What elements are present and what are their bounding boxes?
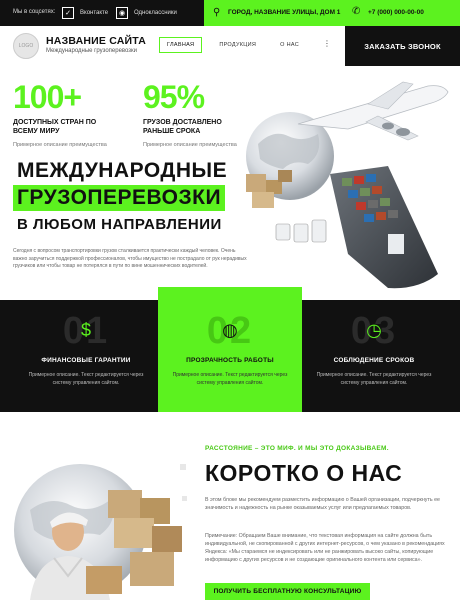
feature-card-active: 02 ◍ ПРОЗРАЧНОСТЬ РАБОТЫ Примерное описа… <box>158 287 302 413</box>
features-section: 01 $ ФИНАНСОВЫЕ ГАРАНТИИ Примерное описа… <box>0 287 460 413</box>
vk-icon: ✓ <box>62 7 74 19</box>
social-link-vk[interactable]: ✓ Вконтакте <box>62 5 108 21</box>
feature-card: 03 ◷ СОБЛЮДЕНИЕ СРОКОВ Примерное описани… <box>302 300 446 412</box>
free-consultation-button[interactable]: ПОЛУЧИТЬ БЕСПЛАТНУЮ КОНСУЛЬТАЦИЮ <box>205 583 370 600</box>
globe-icon: ◍ <box>222 319 238 340</box>
address: ГОРОД, НАЗВАНИЕ УЛИЦЫ, ДОМ 1 <box>228 9 341 16</box>
callback-button[interactable]: ЗАКАЗАТЬ ЗВОНОК <box>345 26 460 66</box>
nav-item-products[interactable]: ПРОДУКЦИЯ <box>212 38 263 52</box>
phone-link[interactable]: +7 (000) 000-00-00 <box>368 9 424 16</box>
stat-label: ДОСТУПНЫХ СТРАН ПО ВСЕМУ МИРУ <box>13 118 107 136</box>
stat-description: Примерное описание преимущества <box>13 142 107 148</box>
hero-text: Сегодня с вопросом транспортировки грузо… <box>13 248 247 269</box>
feature-title: СОБЛЮДЕНИЕ СРОКОВ <box>333 357 415 364</box>
logo[interactable]: LOGO <box>13 33 39 59</box>
more-menu-icon[interactable]: ⋮ <box>323 39 331 48</box>
main-nav: ГЛАВНАЯ ПРОДУКЦИЯ О НАС <box>159 37 316 53</box>
stat-label-line: ГРУЗОВ ДОСТАВЛЕНО <box>143 119 222 126</box>
social-link-label: Одноклассники <box>134 10 177 16</box>
site-name[interactable]: НАЗВАНИЕ САЙТА <box>46 35 146 47</box>
about-paragraph: В этом блоке мы рекомендуем разместить и… <box>205 497 440 511</box>
ok-icon: ◉ <box>116 7 128 19</box>
hero-section: 100+ ДОСТУПНЫХ СТРАН ПО ВСЕМУ МИРУ Приме… <box>0 66 460 300</box>
feature-title: ПРОЗРАЧНОСТЬ РАБОТЫ <box>186 357 274 364</box>
feature-text: Примерное описание. Текст редактируется … <box>28 372 144 386</box>
social-link-ok[interactable]: ◉ Одноклассники <box>116 5 177 21</box>
site-description: Международные грузоперевозки <box>46 48 138 54</box>
about-kicker: РАССТОЯНИЕ – ЭТО МИФ. И МЫ ЭТО ДОКАЗЫВАЕ… <box>205 445 389 452</box>
nav-item-home[interactable]: ГЛАВНАЯ <box>159 37 203 53</box>
phone-icon: ✆ <box>352 6 361 17</box>
stat-label: ГРУЗОВ ДОСТАВЛЕНО РАНЬШЕ СРОКА <box>143 118 237 136</box>
hero-title: МЕЖДУНАРОДНЫЕ ГРУЗОПЕРЕВОЗКИ В ЛЮБОМ НАП… <box>13 158 231 239</box>
about-title: КОРОТКО О НАС <box>205 460 403 486</box>
about-paragraph: Примечание: Обращаем Ваше внимание, что … <box>205 533 445 563</box>
site-header: LOGO НАЗВАНИЕ САЙТА Международные грузоп… <box>0 26 460 66</box>
about-section: РАССТОЯНИЕ – ЭТО МИФ. И МЫ ЭТО ДОКАЗЫВАЕ… <box>0 412 460 600</box>
stat-countries: 100+ ДОСТУПНЫХ СТРАН ПО ВСЕМУ МИРУ Приме… <box>13 80 107 148</box>
contact-bar: ⚲ ГОРОД, НАЗВАНИЕ УЛИЦЫ, ДОМ 1 ✆ +7 (000… <box>204 0 460 26</box>
feature-text: Примерное описание. Текст редактируется … <box>172 372 288 386</box>
social-link-label: Вконтакте <box>80 10 109 16</box>
feature-card: 01 $ ФИНАНСОВЫЕ ГАРАНТИИ Примерное описа… <box>14 300 158 412</box>
stat-label-line: ВСЕМУ МИРУ <box>13 128 60 135</box>
stat-early-delivery: 95% ГРУЗОВ ДОСТАВЛЕНО РАНЬШЕ СРОКА Приме… <box>143 80 237 148</box>
money-bag-icon: $ <box>80 319 91 340</box>
stat-number: 100+ <box>13 79 82 115</box>
stat-description: Примерное описание преимущества <box>143 142 237 148</box>
hero-title-line: МЕЖДУНАРОДНЫЕ <box>17 159 228 182</box>
feature-title: ФИНАНСОВЫЕ ГАРАНТИИ <box>41 357 131 364</box>
hero-logistics-image <box>246 81 449 289</box>
hero-title-line-highlight: ГРУЗОПЕРЕВОЗКИ <box>13 185 226 211</box>
courier-image <box>14 464 182 600</box>
stat-label-line: РАНЬШЕ СРОКА <box>143 128 201 135</box>
stat-label-line: ДОСТУПНЫХ СТРАН ПО <box>13 119 97 126</box>
location-pin-icon: ⚲ <box>213 7 221 18</box>
nav-item-about[interactable]: О НАС <box>273 38 306 52</box>
stat-number: 95% <box>143 79 205 115</box>
social-label: Мы в соцсетях: <box>13 9 56 15</box>
feature-text: Примерное описание. Текст редактируется … <box>316 372 432 386</box>
stopwatch-icon: ◷ <box>366 319 382 340</box>
top-bar: Мы в соцсетях: ✓ Вконтакте ◉ Одноклассни… <box>0 0 460 26</box>
hero-title-line: В ЛЮБОМ НАПРАВЛЕНИИ <box>17 216 222 233</box>
